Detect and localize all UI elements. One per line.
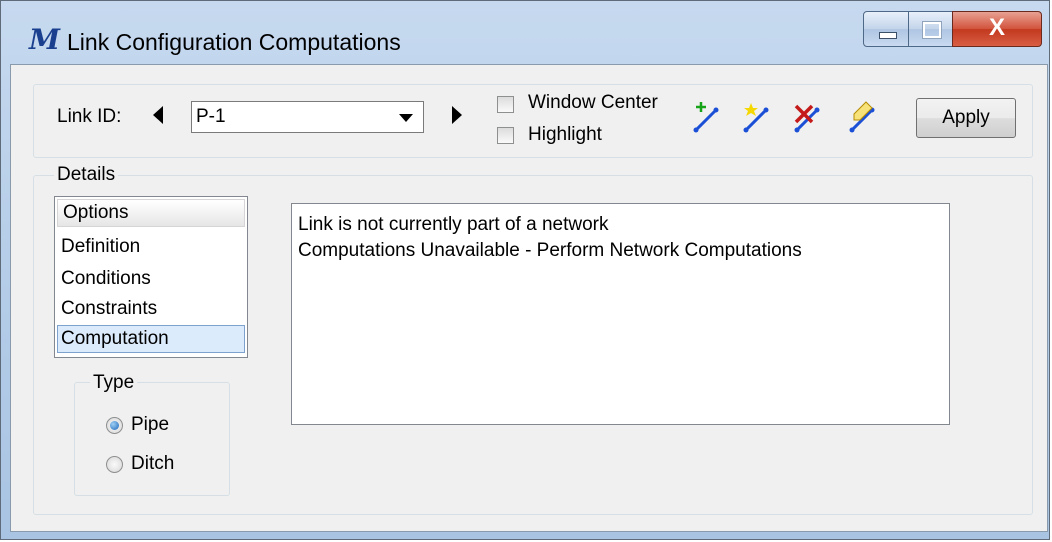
apply-button[interactable]: Apply [916, 98, 1016, 138]
select-link-icon[interactable] [742, 100, 772, 134]
add-link-icon[interactable] [692, 100, 722, 134]
window-title: Link Configuration Computations [67, 29, 401, 55]
chevron-down-icon [399, 114, 413, 122]
type-group [74, 382, 230, 496]
edit-link-icon[interactable] [848, 100, 878, 134]
minimize-icon [879, 32, 897, 39]
arrow-right-icon [452, 106, 462, 124]
details-caption: Details [54, 164, 119, 186]
maximize-icon [922, 21, 942, 39]
link-id-dropdown[interactable]: P-1 [191, 101, 424, 133]
radio-selected-dot [110, 421, 119, 430]
highlight-label: Highlight [528, 124, 602, 145]
option-item-conditions[interactable]: Conditions [57, 265, 245, 293]
option-item-constraints[interactable]: Constraints [57, 295, 245, 323]
minimize-button[interactable] [863, 11, 909, 47]
message-line: Computations Unavailable - Perform Netwo… [298, 240, 802, 261]
options-header[interactable]: Options [57, 199, 245, 227]
option-item-definition[interactable]: Definition [57, 233, 245, 261]
close-icon: X [988, 14, 1005, 41]
previous-link-button[interactable] [151, 104, 165, 132]
next-link-button[interactable] [450, 104, 464, 132]
pipe-radio[interactable] [106, 417, 123, 434]
ditch-radio[interactable] [106, 456, 123, 473]
highlight-checkbox[interactable] [497, 127, 514, 144]
maximize-button[interactable] [908, 11, 953, 47]
link-id-label: Link ID: [57, 106, 122, 127]
window-center-label: Window Center [528, 92, 658, 113]
close-button[interactable]: X [952, 11, 1042, 47]
delete-link-icon[interactable] [793, 100, 823, 134]
option-item-computation[interactable]: Computation [57, 325, 245, 353]
ditch-label: Ditch [131, 453, 175, 474]
arrow-left-icon [153, 106, 163, 124]
pipe-label: Pipe [131, 414, 170, 435]
type-caption: Type [90, 372, 138, 394]
window-center-checkbox[interactable] [497, 96, 514, 113]
computation-output-panel[interactable]: Link is not currently part of a network … [291, 203, 950, 425]
app-logo-icon: M [29, 23, 60, 56]
message-line: Link is not currently part of a network [298, 214, 609, 235]
options-list: Options Definition Conditions Constraint… [54, 196, 248, 358]
link-id-value: P-1 [196, 106, 226, 127]
